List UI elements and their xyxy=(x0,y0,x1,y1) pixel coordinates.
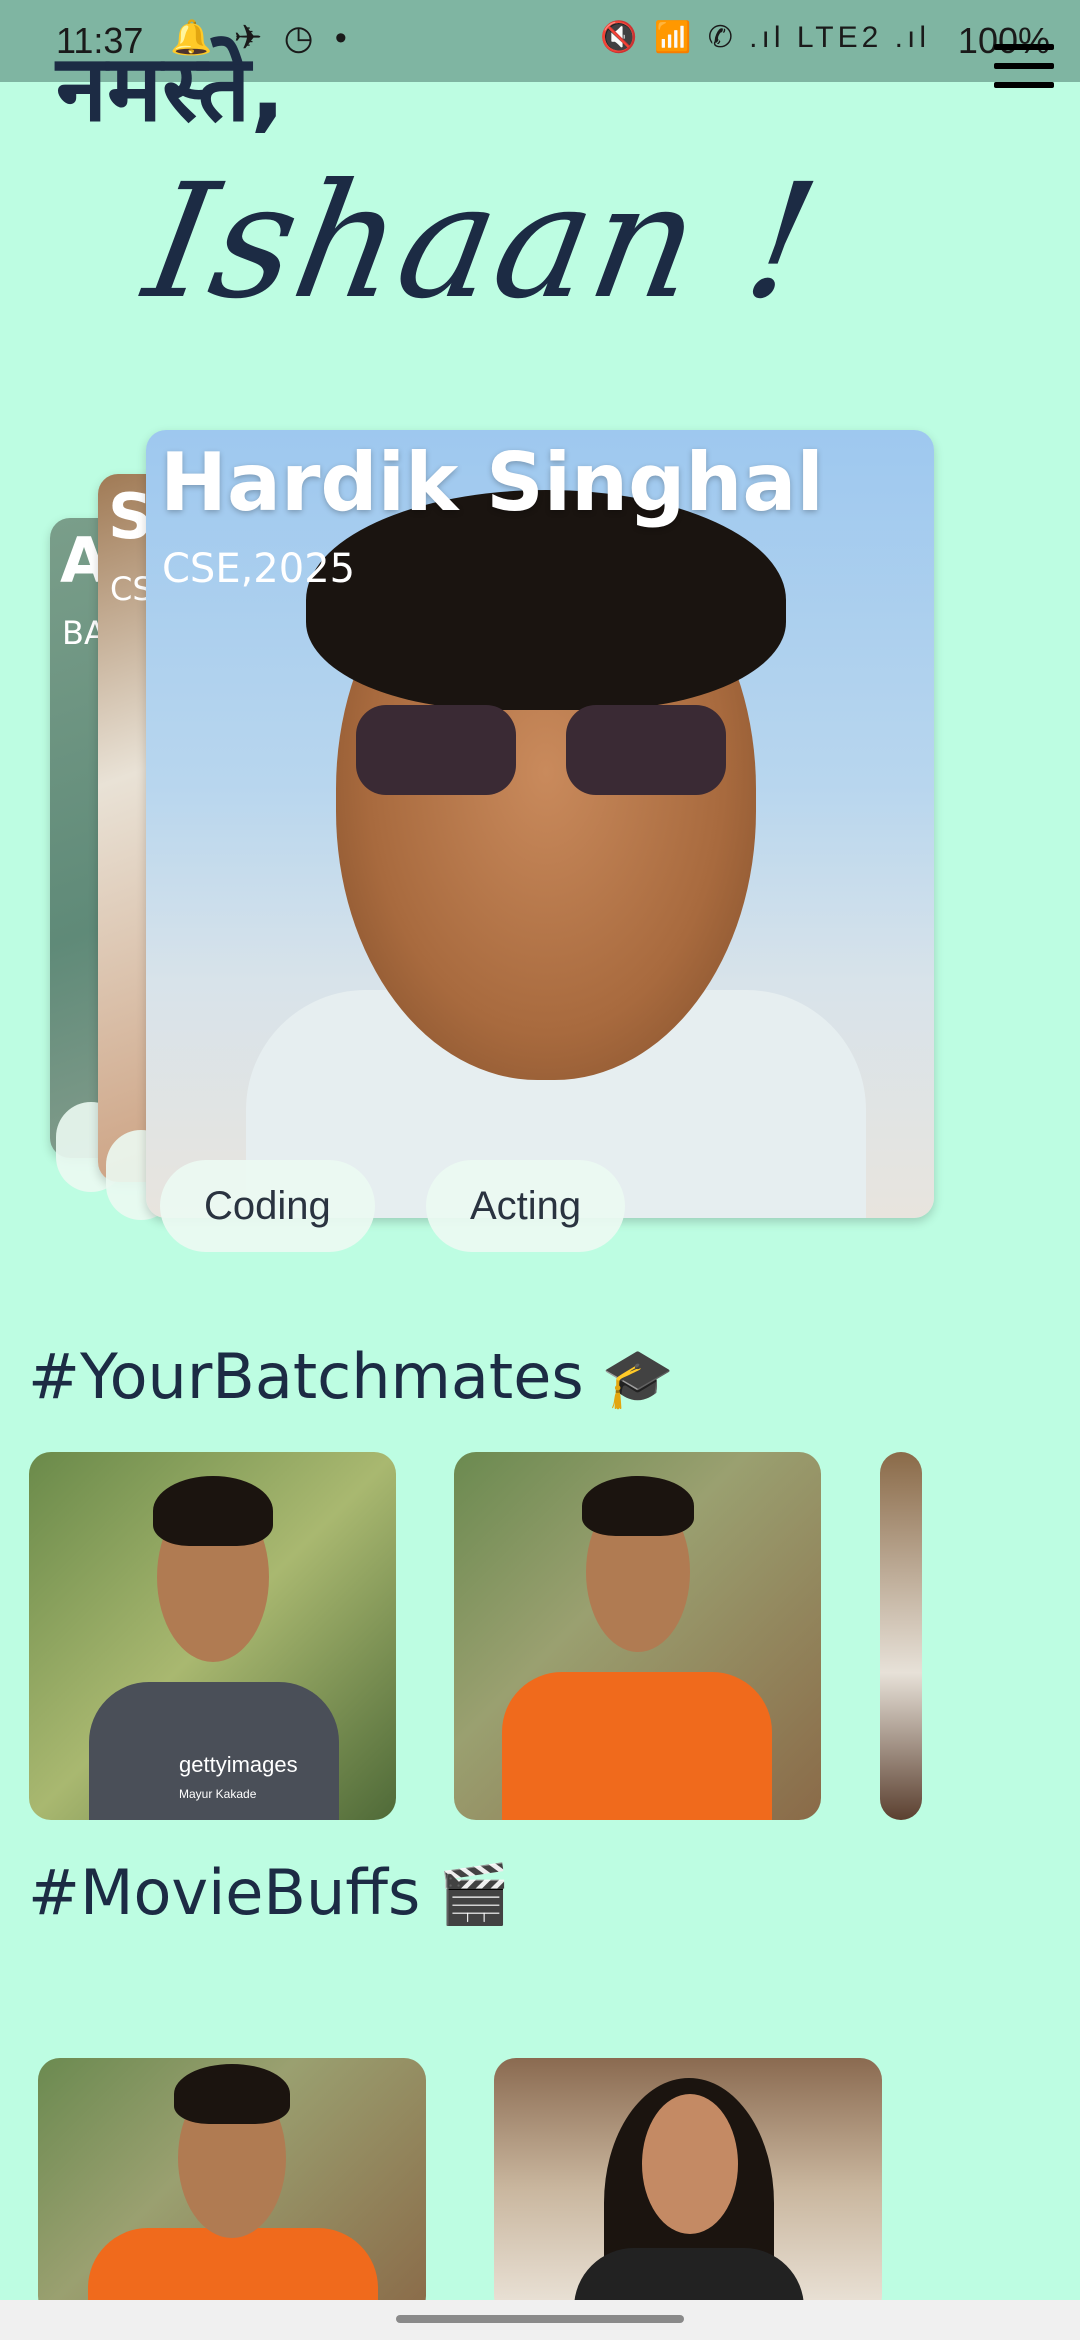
greeting-hello: नमस्ते, xyxy=(56,35,286,142)
signal-icons: 🔇 📶 ✆ .ıl LTE2 .ıl xyxy=(600,21,930,54)
batchmate-card[interactable] xyxy=(880,1452,922,1820)
batchmate-card[interactable]: gettyimages Mayur Kakade xyxy=(29,1452,396,1820)
graduation-cap-icon: 🎓 xyxy=(601,1344,674,1412)
section-title-moviebuffs: #MovieBuffs 🎬 xyxy=(28,1856,511,1929)
section-title-text: #MovieBuffs xyxy=(28,1856,421,1929)
greeting-name: Ishaan ! xyxy=(133,150,832,334)
moviebuff-card[interactable] xyxy=(494,2058,882,2318)
section-title-batchmates: #YourBatchmates 🎓 xyxy=(28,1340,674,1413)
batchmate-card[interactable] xyxy=(454,1452,821,1820)
interest-chip-acting[interactable]: Acting xyxy=(426,1160,626,1252)
profile-name: Hardik Singhal xyxy=(160,436,824,529)
profile-subtitle: CSE,2025 xyxy=(162,546,356,592)
hamburger-menu-icon[interactable] xyxy=(994,44,1054,88)
profile-card-front[interactable]: Hardik Singhal CSE,2025 xyxy=(146,430,934,1218)
section-title-text: #YourBatchmates xyxy=(28,1340,584,1413)
watermark-text: gettyimages Mayur Kakade xyxy=(179,1752,298,1801)
moviebuff-card[interactable] xyxy=(38,2058,426,2318)
clapperboard-icon: 🎬 xyxy=(438,1860,511,1928)
home-indicator[interactable] xyxy=(396,2315,684,2323)
interest-chip-coding[interactable]: Coding xyxy=(160,1160,375,1252)
